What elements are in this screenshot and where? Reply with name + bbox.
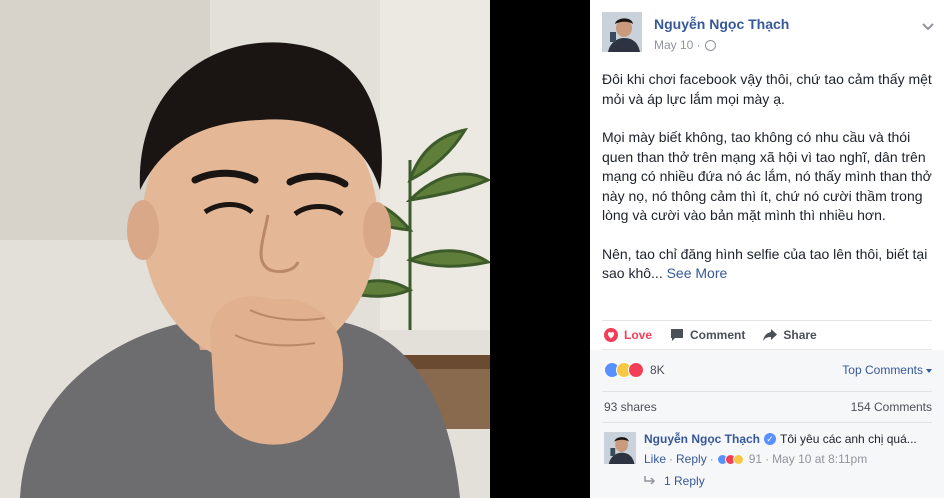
- love-icon: [604, 328, 618, 342]
- share-button[interactable]: Share: [763, 328, 817, 342]
- post-paragraph: Mọi mày biết không, tao không có nhu cầu…: [602, 129, 932, 223]
- separator: ·: [709, 452, 714, 466]
- share-icon: [763, 329, 778, 341]
- see-more-link[interactable]: See More: [667, 265, 728, 281]
- comment-label: Comment: [690, 328, 746, 342]
- post-body: Đôi khi chơi facebook vậy thôi, chứ tao …: [602, 70, 932, 303]
- shares-count[interactable]: 93 shares: [604, 400, 657, 414]
- replies-label: 1 Reply: [664, 474, 705, 488]
- comment-reply-link[interactable]: Reply: [676, 452, 707, 466]
- post-stats: 93 shares 154 Comments: [604, 400, 932, 414]
- post-date[interactable]: May 10 ·: [654, 38, 701, 52]
- post-actions: Love Comment Share: [602, 320, 932, 350]
- comment-line: Nguyễn Ngọc Thạch ✓ Tôi yêu các anh chị …: [644, 432, 917, 446]
- globe-icon: [704, 39, 716, 51]
- post-paragraph-text: Nên, tao chỉ đăng hình selfie của tao lê…: [602, 245, 928, 282]
- post-photo[interactable]: [0, 0, 490, 498]
- post-paragraph: Đôi khi chơi facebook vậy thôi, chứ tao …: [602, 71, 932, 107]
- love-reaction-icon: [628, 362, 644, 378]
- feedback-section: 8K Top Comments 93 shares 154 Comments N…: [590, 350, 944, 498]
- reply-arrow-icon: [644, 476, 656, 485]
- selfie-illustration: [0, 0, 490, 498]
- top-comments-dropdown[interactable]: Top Comments: [842, 363, 932, 377]
- separator: ·: [669, 452, 674, 466]
- comment-reactions[interactable]: [716, 453, 744, 465]
- reaction-count: 8K: [650, 363, 665, 377]
- comment-button[interactable]: Comment: [670, 328, 745, 342]
- post-paragraph: Nên, tao chỉ đăng hình selfie của tao lê…: [602, 245, 932, 284]
- comment-reaction-count: 91: [748, 452, 763, 466]
- comment-icon: [671, 329, 684, 341]
- love-button[interactable]: Love: [604, 328, 652, 342]
- separator: ·: [765, 452, 770, 466]
- post-header: Nguyễn Ngọc Thạch May 10 ·: [602, 12, 936, 56]
- chevron-down-icon[interactable]: [920, 18, 936, 34]
- verified-badge-icon: ✓: [764, 433, 777, 445]
- comment-text: Tôi yêu các anh chị quá...: [780, 432, 917, 446]
- comment-item: Nguyễn Ngọc Thạch ✓ Tôi yêu các anh chị …: [604, 430, 936, 470]
- love-label: Love: [624, 328, 653, 342]
- comment-timestamp[interactable]: May 10 at 8:11pm: [772, 452, 867, 466]
- view-replies-link[interactable]: 1 Reply: [644, 474, 705, 488]
- author-name[interactable]: Nguyễn Ngọc Thạch: [654, 16, 789, 32]
- post-meta: May 10 ·: [654, 38, 716, 52]
- reactions-summary[interactable]: 8K: [604, 360, 665, 380]
- comment-meta: Like · Reply · 91 · May 10 at 8:11pm: [644, 452, 867, 466]
- comment-like-link[interactable]: Like: [644, 452, 666, 466]
- author-avatar[interactable]: [602, 12, 642, 52]
- haha-reaction-icon: [732, 453, 744, 465]
- post-panel: Nguyễn Ngọc Thạch May 10 · Đôi khi chơi …: [590, 0, 944, 498]
- comments-count[interactable]: 154 Comments: [851, 400, 932, 414]
- comment-author[interactable]: Nguyễn Ngọc Thạch: [644, 432, 760, 446]
- share-label: Share: [783, 328, 817, 342]
- divider: [602, 422, 932, 423]
- divider: [602, 391, 932, 392]
- comment-avatar[interactable]: [604, 432, 636, 464]
